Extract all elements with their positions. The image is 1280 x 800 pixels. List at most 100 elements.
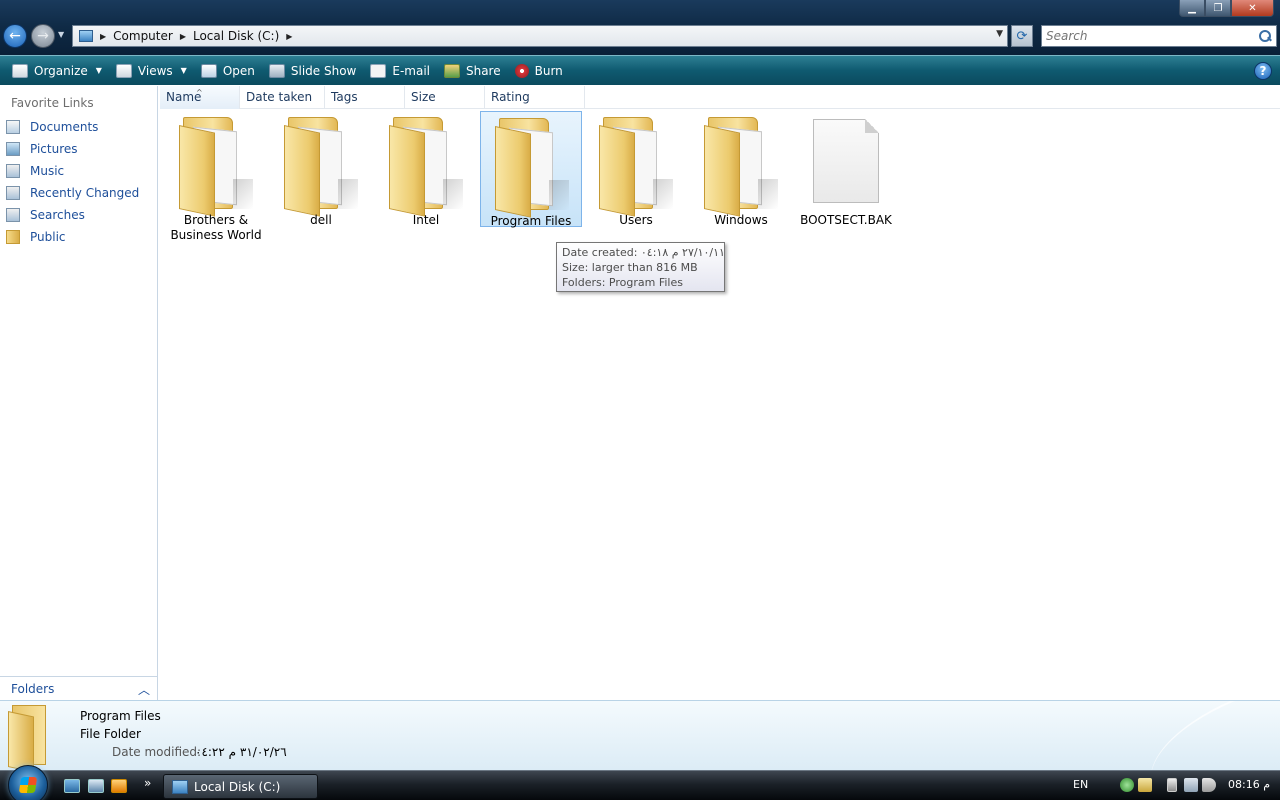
maximize-button[interactable]: ❐ <box>1205 0 1231 17</box>
documents-icon <box>6 120 20 134</box>
open-button[interactable]: Open <box>195 59 261 83</box>
search-box[interactable] <box>1041 25 1277 47</box>
back-arrow-icon: ← <box>9 28 21 44</box>
show-desktop-icon[interactable] <box>64 779 80 793</box>
address-dropdown-icon[interactable]: ▼ <box>996 29 1003 39</box>
sidebar-item-label: Music <box>30 164 65 178</box>
sidebar-item-label: Documents <box>30 120 99 134</box>
breadcrumb-separator-icon[interactable]: ▶ <box>100 32 106 41</box>
folder-icon <box>6 705 62 770</box>
folder-icon <box>389 117 463 217</box>
slideshow-label: Slide Show <box>290 63 357 78</box>
back-button[interactable]: ← <box>3 24 27 48</box>
pictures-icon <box>6 142 20 156</box>
column-header-tags[interactable]: Tags <box>325 86 405 109</box>
forward-button[interactable]: → <box>31 24 55 48</box>
computer-icon <box>172 779 188 794</box>
battery-icon[interactable] <box>1167 778 1177 792</box>
email-label: E-mail <box>392 63 430 78</box>
address-bar[interactable]: ▶ Computer ▶ Local Disk (C:) ▶ ▼ <box>72 25 1008 47</box>
details-name: Program Files <box>80 709 161 723</box>
share-icon <box>443 63 460 78</box>
language-indicator[interactable]: EN <box>1073 778 1088 791</box>
details-pane: Program Files File Folder Date modified:… <box>0 700 1280 770</box>
sidebar-item-public[interactable]: Public <box>6 227 66 247</box>
quick-launch-more-icon[interactable]: » <box>144 776 151 790</box>
folder-icon <box>599 117 673 217</box>
folder-item-selected[interactable]: Program Files <box>480 111 582 228</box>
sidebar-item-music[interactable]: Music <box>6 161 64 181</box>
title-bar: ▁ ❐ ✕ ← → ▼ ▶ Computer ▶ Local Disk (C:)… <box>0 0 1280 55</box>
recent-pages-dropdown[interactable]: ▼ <box>58 30 64 39</box>
chevron-down-icon: ▼ <box>95 66 102 75</box>
close-button[interactable]: ✕ <box>1231 0 1274 17</box>
folder-item[interactable]: Intel <box>375 111 477 227</box>
folder-icon <box>495 118 569 218</box>
folder-item[interactable]: Users <box>585 111 687 227</box>
folders-label: Folders <box>11 681 55 696</box>
share-button[interactable]: Share <box>438 59 507 83</box>
computer-icon <box>79 30 93 42</box>
window-controls: ▁ ❐ ✕ <box>1179 0 1274 17</box>
messenger-tray-icon[interactable] <box>1120 778 1134 792</box>
sidebar-item-recently-changed[interactable]: Recently Changed <box>6 183 139 203</box>
item-label: Brothers & Business World <box>170 213 262 242</box>
open-label: Open <box>222 63 255 78</box>
burn-button[interactable]: Burn <box>509 59 569 83</box>
chevron-down-icon: ▼ <box>180 66 187 75</box>
search-icon[interactable] <box>1258 29 1272 43</box>
file-item[interactable]: BOOTSECT.BAK <box>795 111 897 227</box>
refresh-icon: ⟳ <box>1016 28 1028 44</box>
organize-button[interactable]: Organize ▼ <box>6 59 108 83</box>
item-label: Users <box>619 213 653 227</box>
sidebar-item-label: Public <box>30 230 66 244</box>
public-folder-icon <box>6 230 20 244</box>
sidebar-item-pictures[interactable]: Pictures <box>6 139 78 159</box>
recently-changed-icon <box>6 186 20 200</box>
folder-item[interactable]: dell <box>270 111 372 227</box>
command-bar: Organize ▼ Views ▼ Open Slide Show E-mai… <box>0 55 1280 85</box>
forward-arrow-icon: → <box>37 28 49 44</box>
tooltip: Date created: ٢٧/١٠/١١ م ٠٤:١٨ Size: lar… <box>556 242 725 292</box>
clock[interactable]: 08:16 م <box>1228 778 1270 791</box>
taskbar-button-local-disk[interactable]: Local Disk (C:) <box>163 774 318 799</box>
column-header-rating[interactable]: Rating <box>485 86 585 109</box>
switch-windows-icon[interactable] <box>88 779 104 793</box>
burn-label: Burn <box>534 63 563 78</box>
search-input[interactable] <box>1042 27 1258 45</box>
breadcrumb-separator-icon[interactable]: ▶ <box>180 32 186 41</box>
tooltip-date-created: Date created: ٢٧/١٠/١١ م ٠٤:١٨ <box>562 246 725 259</box>
views-button[interactable]: Views ▼ <box>110 59 193 83</box>
sidebar-item-documents[interactable]: Documents <box>6 117 98 137</box>
organize-icon <box>12 63 28 78</box>
folder-item[interactable]: Windows <box>690 111 792 227</box>
network-sharing-tray-icon[interactable] <box>1138 778 1152 792</box>
slideshow-button[interactable]: Slide Show <box>263 59 362 83</box>
minimize-button[interactable]: ▁ <box>1179 0 1205 17</box>
sidebar-item-searches[interactable]: Searches <box>6 205 85 225</box>
favorite-links-heading: Favorite Links <box>11 96 94 110</box>
breadcrumb-separator-icon[interactable]: ▶ <box>286 32 292 41</box>
breadcrumb-computer[interactable]: Computer <box>113 29 173 43</box>
item-label: BOOTSECT.BAK <box>800 213 892 227</box>
folder-item[interactable]: Brothers & Business World <box>165 111 267 242</box>
column-header-size[interactable]: Size <box>405 86 485 109</box>
file-icon <box>813 119 879 203</box>
help-button[interactable]: ? <box>1254 62 1272 80</box>
item-label: Windows <box>714 213 768 227</box>
volume-icon[interactable] <box>1202 778 1216 792</box>
taskbar: » Local Disk (C:) EN 08:16 م <box>0 765 1280 800</box>
tooltip-folders: Folders: Program Files <box>562 276 683 289</box>
column-header-date-taken[interactable]: Date taken <box>240 86 325 109</box>
network-disconnected-icon[interactable] <box>1184 778 1198 792</box>
folders-toggle[interactable]: Folders ︿ <box>0 676 158 700</box>
start-button[interactable] <box>8 765 48 800</box>
column-header-name[interactable]: ^ Name <box>160 86 240 109</box>
sidebar-item-label: Recently Changed <box>30 186 140 200</box>
media-player-icon[interactable] <box>111 779 127 793</box>
email-button[interactable]: E-mail <box>364 59 436 83</box>
sort-ascending-icon: ^ <box>196 88 203 97</box>
breadcrumb-local-disk[interactable]: Local Disk (C:) <box>193 29 279 43</box>
slideshow-icon <box>268 63 285 78</box>
refresh-button[interactable]: ⟳ <box>1011 25 1033 47</box>
